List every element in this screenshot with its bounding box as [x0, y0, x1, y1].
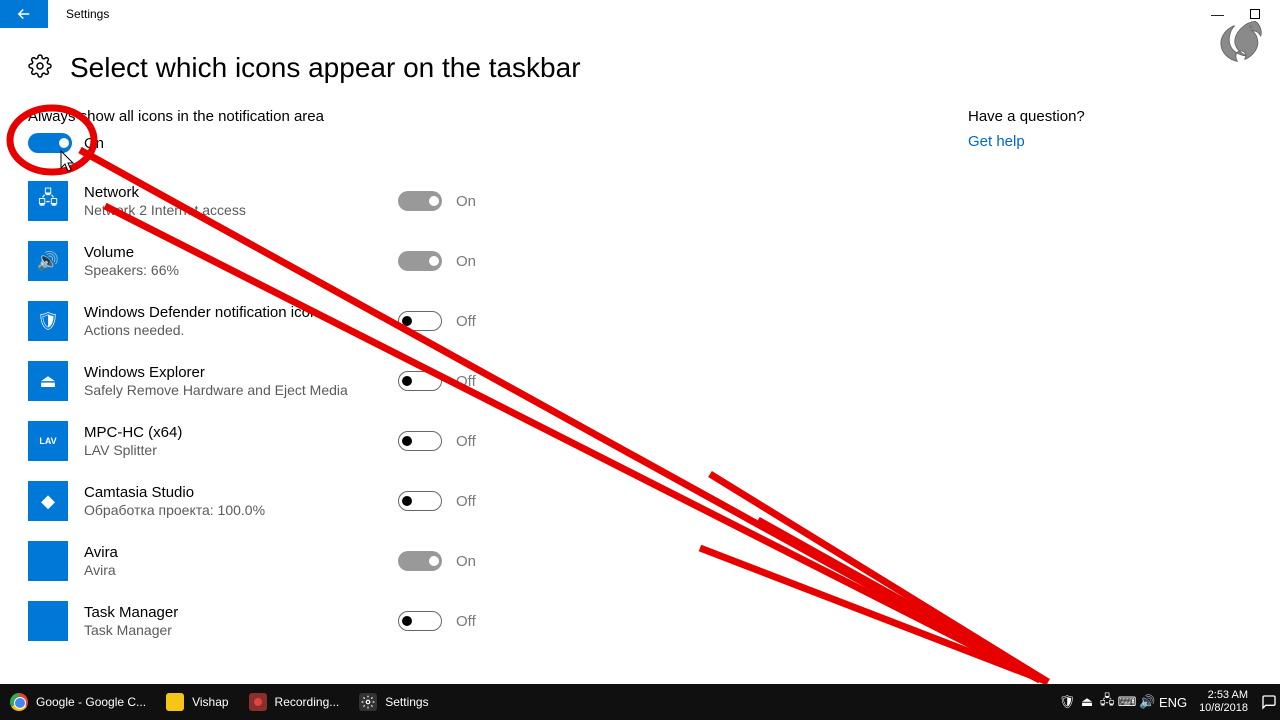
app-icon: LAV	[28, 421, 68, 461]
taskbar: Google - Google C... Vishap Recording... Se…	[0, 684, 1280, 720]
taskbar-app-label: Google - Google C...	[36, 695, 146, 709]
app-toggle-state: On	[456, 253, 476, 270]
icon-row: Task ManagerTask Manager Off	[28, 591, 668, 651]
taskbar-clock[interactable]: 2:53 AM 10/8/2018	[1189, 689, 1258, 715]
tray-input-icon[interactable]: ⌨	[1117, 694, 1137, 710]
taskbar-app[interactable]: Recording...	[239, 684, 350, 720]
icon-row: ◆ Camtasia StudioОбработка проекта: 100.0…	[28, 471, 668, 531]
app-icon	[28, 541, 68, 581]
app-toggle[interactable]	[398, 311, 442, 331]
app-icon: ⏏	[28, 361, 68, 401]
app-icon: ◆	[28, 481, 68, 521]
taskbar-app[interactable]: Settings	[349, 684, 438, 720]
app-title: Camtasia Studio	[84, 484, 394, 502]
app-toggle-state: Off	[456, 433, 476, 450]
app-title: Network	[84, 184, 394, 202]
back-button[interactable]	[0, 0, 48, 28]
tray-usb-icon[interactable]: ⏏	[1077, 694, 1097, 710]
taskbar-app[interactable]: Google - Google C...	[0, 684, 156, 720]
page-title: Select which icons appear on the taskbar	[70, 52, 581, 84]
app-title: Windows Defender notification icon	[84, 304, 394, 322]
app-icon: 🖧	[28, 181, 68, 221]
tray-volume-icon[interactable]: 🔊	[1137, 694, 1157, 710]
taskbar-app-label: Vishap	[192, 695, 228, 709]
icon-row: 🖧 NetworkNetwork 2 Internet access On	[28, 171, 668, 231]
icon-row: LAV MPC-HC (x64)LAV Splitter Off	[28, 411, 668, 471]
icon-row: AviraAvira On	[28, 531, 668, 591]
app-icon: 🔊	[28, 241, 68, 281]
app-icon	[28, 601, 68, 641]
app-subtitle: Avira	[84, 562, 394, 579]
taskbar-app[interactable]: Vishap	[156, 684, 238, 720]
app-toggle[interactable]	[398, 491, 442, 511]
tray-network-icon[interactable]: 🖧	[1097, 691, 1117, 713]
app-subtitle: Task Manager	[84, 622, 394, 639]
master-toggle-label: Always show all icons in the notificatio…	[28, 108, 668, 125]
folder-icon	[166, 693, 184, 711]
app-icon: 🛡	[28, 301, 68, 341]
dragon-watermark	[1210, 16, 1268, 74]
help-heading: Have a question?	[968, 108, 1085, 125]
taskbar-app-label: Recording...	[275, 695, 340, 709]
taskbar-app-label: Settings	[385, 695, 428, 709]
app-title: Volume	[84, 244, 394, 262]
app-toggle[interactable]	[398, 371, 442, 391]
icon-row: ⏏ Windows ExplorerSafely Remove Hardware …	[28, 351, 668, 411]
app-title: Task Manager	[84, 604, 394, 622]
app-toggle-state: On	[456, 553, 476, 570]
app-subtitle: Обработка проекта: 100.0%	[84, 502, 394, 519]
app-toggle-state: Off	[456, 613, 476, 630]
icon-row: 🔊 VolumeSpeakers: 66% On	[28, 231, 668, 291]
gear-icon	[359, 693, 377, 711]
app-subtitle: Actions needed.	[84, 322, 394, 339]
app-toggle[interactable]	[398, 431, 442, 451]
app-toggle-state: Off	[456, 313, 476, 330]
window-title: Settings	[66, 7, 109, 21]
app-subtitle: Safely Remove Hardware and Eject Media	[84, 382, 394, 399]
clock-date: 10/8/2018	[1199, 702, 1248, 715]
get-help-link[interactable]: Get help	[968, 133, 1085, 150]
app-title: Avira	[84, 544, 394, 562]
app-toggle-state: Off	[456, 373, 476, 390]
master-toggle-state: On	[84, 135, 104, 152]
app-toggle[interactable]	[398, 611, 442, 631]
app-toggle[interactable]	[398, 191, 442, 211]
app-title: Windows Explorer	[84, 364, 394, 382]
app-subtitle: Speakers: 66%	[84, 262, 394, 279]
app-subtitle: LAV Splitter	[84, 442, 394, 459]
app-title: MPC-HC (x64)	[84, 424, 394, 442]
app-toggle-state: On	[456, 193, 476, 210]
app-toggle[interactable]	[398, 251, 442, 271]
clock-time: 2:53 AM	[1199, 689, 1248, 702]
tray-defender-icon[interactable]: 🛡	[1057, 694, 1077, 710]
page-header: Select which icons appear on the taskbar	[0, 28, 1280, 94]
title-bar: Settings —	[0, 0, 1280, 28]
app-toggle[interactable]	[398, 551, 442, 571]
app-subtitle: Network 2 Internet access	[84, 202, 394, 219]
rec-icon	[249, 693, 267, 711]
icon-row: 🛡 Windows Defender notification iconActio…	[28, 291, 668, 351]
app-toggle-state: Off	[456, 493, 476, 510]
master-toggle[interactable]	[28, 133, 72, 153]
notification-center-button[interactable]	[1258, 684, 1280, 720]
chrome-icon	[10, 693, 28, 711]
gear-icon	[28, 54, 52, 83]
language-indicator[interactable]: ENG	[1157, 695, 1189, 710]
